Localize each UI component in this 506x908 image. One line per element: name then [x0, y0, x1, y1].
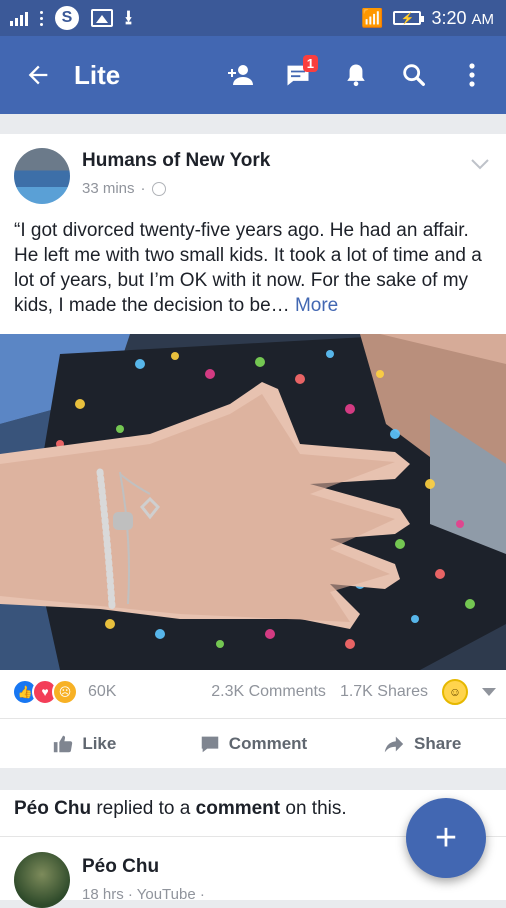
status-bar: S ⭳ 📶 ⚡ 3:20 AM [0, 0, 506, 36]
commenter-meta: 18 hrs · YouTube · [82, 886, 205, 903]
menu-button[interactable] [448, 51, 496, 99]
comments-count[interactable]: 2.3K Comments [211, 683, 326, 701]
share-button[interactable]: Share [337, 733, 506, 755]
reactions[interactable]: 👍 ♥ ☹ [12, 679, 78, 705]
more-vert-icon [469, 63, 475, 87]
app-title: Lite [74, 59, 121, 90]
reactions-count[interactable]: 60K [88, 683, 116, 701]
overflow-dots-icon [40, 10, 43, 26]
action-bar: Like Comment Share [0, 718, 506, 769]
like-button[interactable]: Like [0, 733, 169, 755]
signal-icon [10, 10, 28, 26]
wifi-icon: 📶 [361, 7, 384, 28]
dropdown-triangle-icon[interactable] [482, 688, 496, 696]
messages-badge: 1 [302, 55, 318, 72]
sad-reaction-icon: ☹ [52, 679, 78, 705]
clock: 3:20 AM [431, 7, 494, 28]
post-photo[interactable] [0, 334, 506, 670]
compose-fab-button[interactable]: + [406, 798, 486, 878]
smiley-icon[interactable]: ☺ [442, 679, 468, 705]
see-more-link[interactable]: More [295, 295, 338, 316]
photo-image [0, 334, 506, 670]
globe-icon [151, 181, 166, 196]
gallery-icon [91, 9, 113, 27]
search-icon [403, 64, 425, 86]
chevron-down-icon[interactable] [468, 152, 492, 176]
share-arrow-icon [384, 736, 404, 753]
comment-button[interactable]: Comment [169, 733, 338, 755]
plus-icon: + [434, 816, 458, 859]
messages-button[interactable]: 1 [274, 51, 322, 99]
post-card: Humans of New York 33 mins · “I got divor… [0, 134, 506, 768]
search-button[interactable] [390, 51, 438, 99]
comment-icon [201, 736, 219, 753]
skype-icon: S [55, 6, 79, 30]
bell-icon [347, 64, 365, 87]
arrow-left-icon [28, 65, 48, 85]
download-icon: ⭳ [125, 7, 132, 29]
post-header: Humans of New York 33 mins · [0, 134, 506, 204]
post-stats: 👍 ♥ ☹ 60K 2.3K Comments 1.7K Shares ☺ [0, 670, 506, 714]
battery-icon: ⚡ [393, 11, 425, 25]
app-bar: Lite 1 [0, 36, 506, 114]
author-name[interactable]: Humans of New York [82, 150, 270, 172]
friend-requests-button[interactable] [216, 51, 264, 99]
back-button[interactable] [14, 51, 62, 99]
post-text: “I got divorced twenty-five years ago. H… [14, 220, 482, 316]
thumbs-up-icon [54, 735, 73, 753]
notification-text[interactable]: Péo Chu replied to a comment on this. [14, 798, 347, 820]
author-avatar[interactable] [14, 148, 70, 204]
add-friend-icon [228, 65, 253, 85]
notifications-button[interactable] [332, 51, 380, 99]
post-time[interactable]: 33 mins [82, 180, 135, 197]
commenter-name[interactable]: Péo Chu [82, 856, 159, 878]
post-meta: 33 mins · [82, 180, 166, 197]
shares-count[interactable]: 1.7K Shares [340, 683, 428, 701]
